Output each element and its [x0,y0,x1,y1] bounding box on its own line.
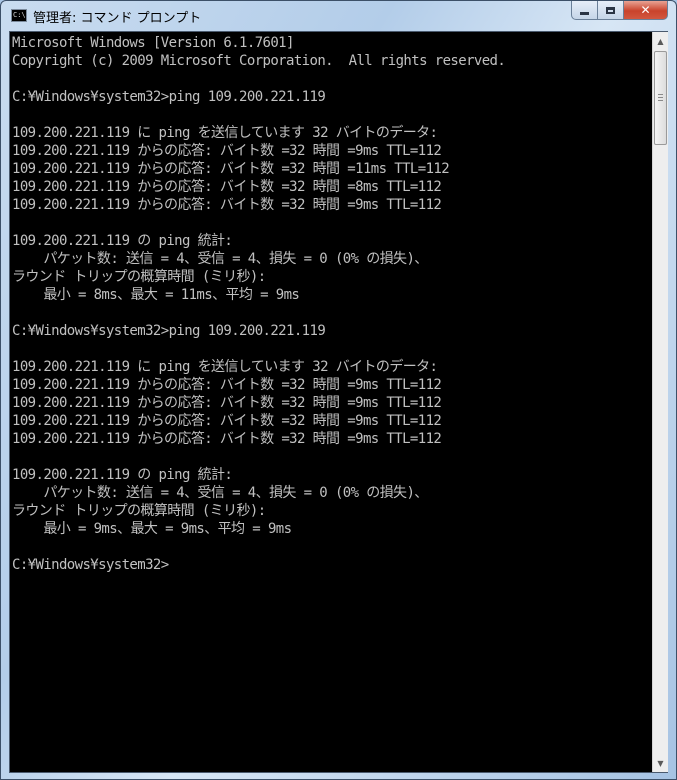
vertical-scrollbar[interactable]: ▲ ▼ [652,32,668,772]
command-prompt-window: C:\ 管理者: コマンド プロンプト ✕ Microsoft Windows … [0,0,677,780]
console-line: 109.200.221.119 に ping を送信しています 32 バイトのデ… [12,125,438,141]
console-line: 最小 = 9ms、最大 = 9ms、平均 = 9ms [12,521,292,537]
console-line: 109.200.221.119 からの応答: バイト数 =32 時間 =9ms … [12,377,442,393]
grip-icon [658,94,663,101]
caption-buttons: ✕ [571,1,668,21]
console-line: パケット数: 送信 = 4、受信 = 4、損失 = 0 (0% の損失)、 [12,485,428,501]
console-line: ラウンド トリップの概算時間 (ミリ秒): [12,269,266,285]
console-line: C:¥Windows¥system32>ping 109.200.221.119 [12,323,326,339]
console-line: C:¥Windows¥system32>ping 109.200.221.119 [12,89,326,105]
console-line: 109.200.221.119 からの応答: バイト数 =32 時間 =11ms… [12,161,450,177]
scrollbar-thumb[interactable] [654,51,667,145]
console-line: 最小 = 8ms、最大 = 11ms、平均 = 9ms [12,287,300,303]
console-line: 109.200.221.119 の ping 統計: [12,467,233,483]
console-line: 109.200.221.119 からの応答: バイト数 =32 時間 =9ms … [12,413,442,429]
scroll-up-button[interactable]: ▲ [653,33,668,49]
scroll-down-button[interactable]: ▼ [653,755,668,771]
maximize-button[interactable] [598,1,624,20]
close-button[interactable]: ✕ [624,1,668,20]
minimize-icon [580,11,589,15]
chevron-down-icon: ▼ [657,758,664,768]
console-line: 109.200.221.119 からの応答: バイト数 =32 時間 =9ms … [12,395,442,411]
console-line: C:¥Windows¥system32> [12,557,169,573]
cmd-app-icon[interactable]: C:\ [11,9,27,22]
title-bar[interactable]: C:\ 管理者: コマンド プロンプト ✕ [1,1,676,31]
console-client-area: Microsoft Windows [Version 6.1.7601] Copy… [9,31,668,773]
console-line: ラウンド トリップの概算時間 (ミリ秒): [12,503,266,519]
close-icon: ✕ [640,3,651,17]
console-line: 109.200.221.119 の ping 統計: [12,233,233,249]
console-output[interactable]: Microsoft Windows [Version 6.1.7601] Copy… [11,33,652,771]
console-line: Microsoft Windows [Version 6.1.7601] [12,35,294,51]
console-line: 109.200.221.119 に ping を送信しています 32 バイトのデ… [12,359,438,375]
console-line: 109.200.221.119 からの応答: バイト数 =32 時間 =9ms … [12,431,442,447]
window-title: 管理者: コマンド プロンプト [33,11,202,26]
chevron-up-icon: ▲ [657,36,664,46]
maximize-icon [606,6,615,14]
console-line: 109.200.221.119 からの応答: バイト数 =32 時間 =9ms … [12,197,442,213]
console-line: Copyright (c) 2009 Microsoft Corporation… [12,53,506,69]
console-line: 109.200.221.119 からの応答: バイト数 =32 時間 =8ms … [12,179,442,195]
console-line: 109.200.221.119 からの応答: バイト数 =32 時間 =9ms … [12,143,442,159]
console-line: パケット数: 送信 = 4、受信 = 4、損失 = 0 (0% の損失)、 [12,251,428,267]
minimize-button[interactable] [571,1,598,20]
